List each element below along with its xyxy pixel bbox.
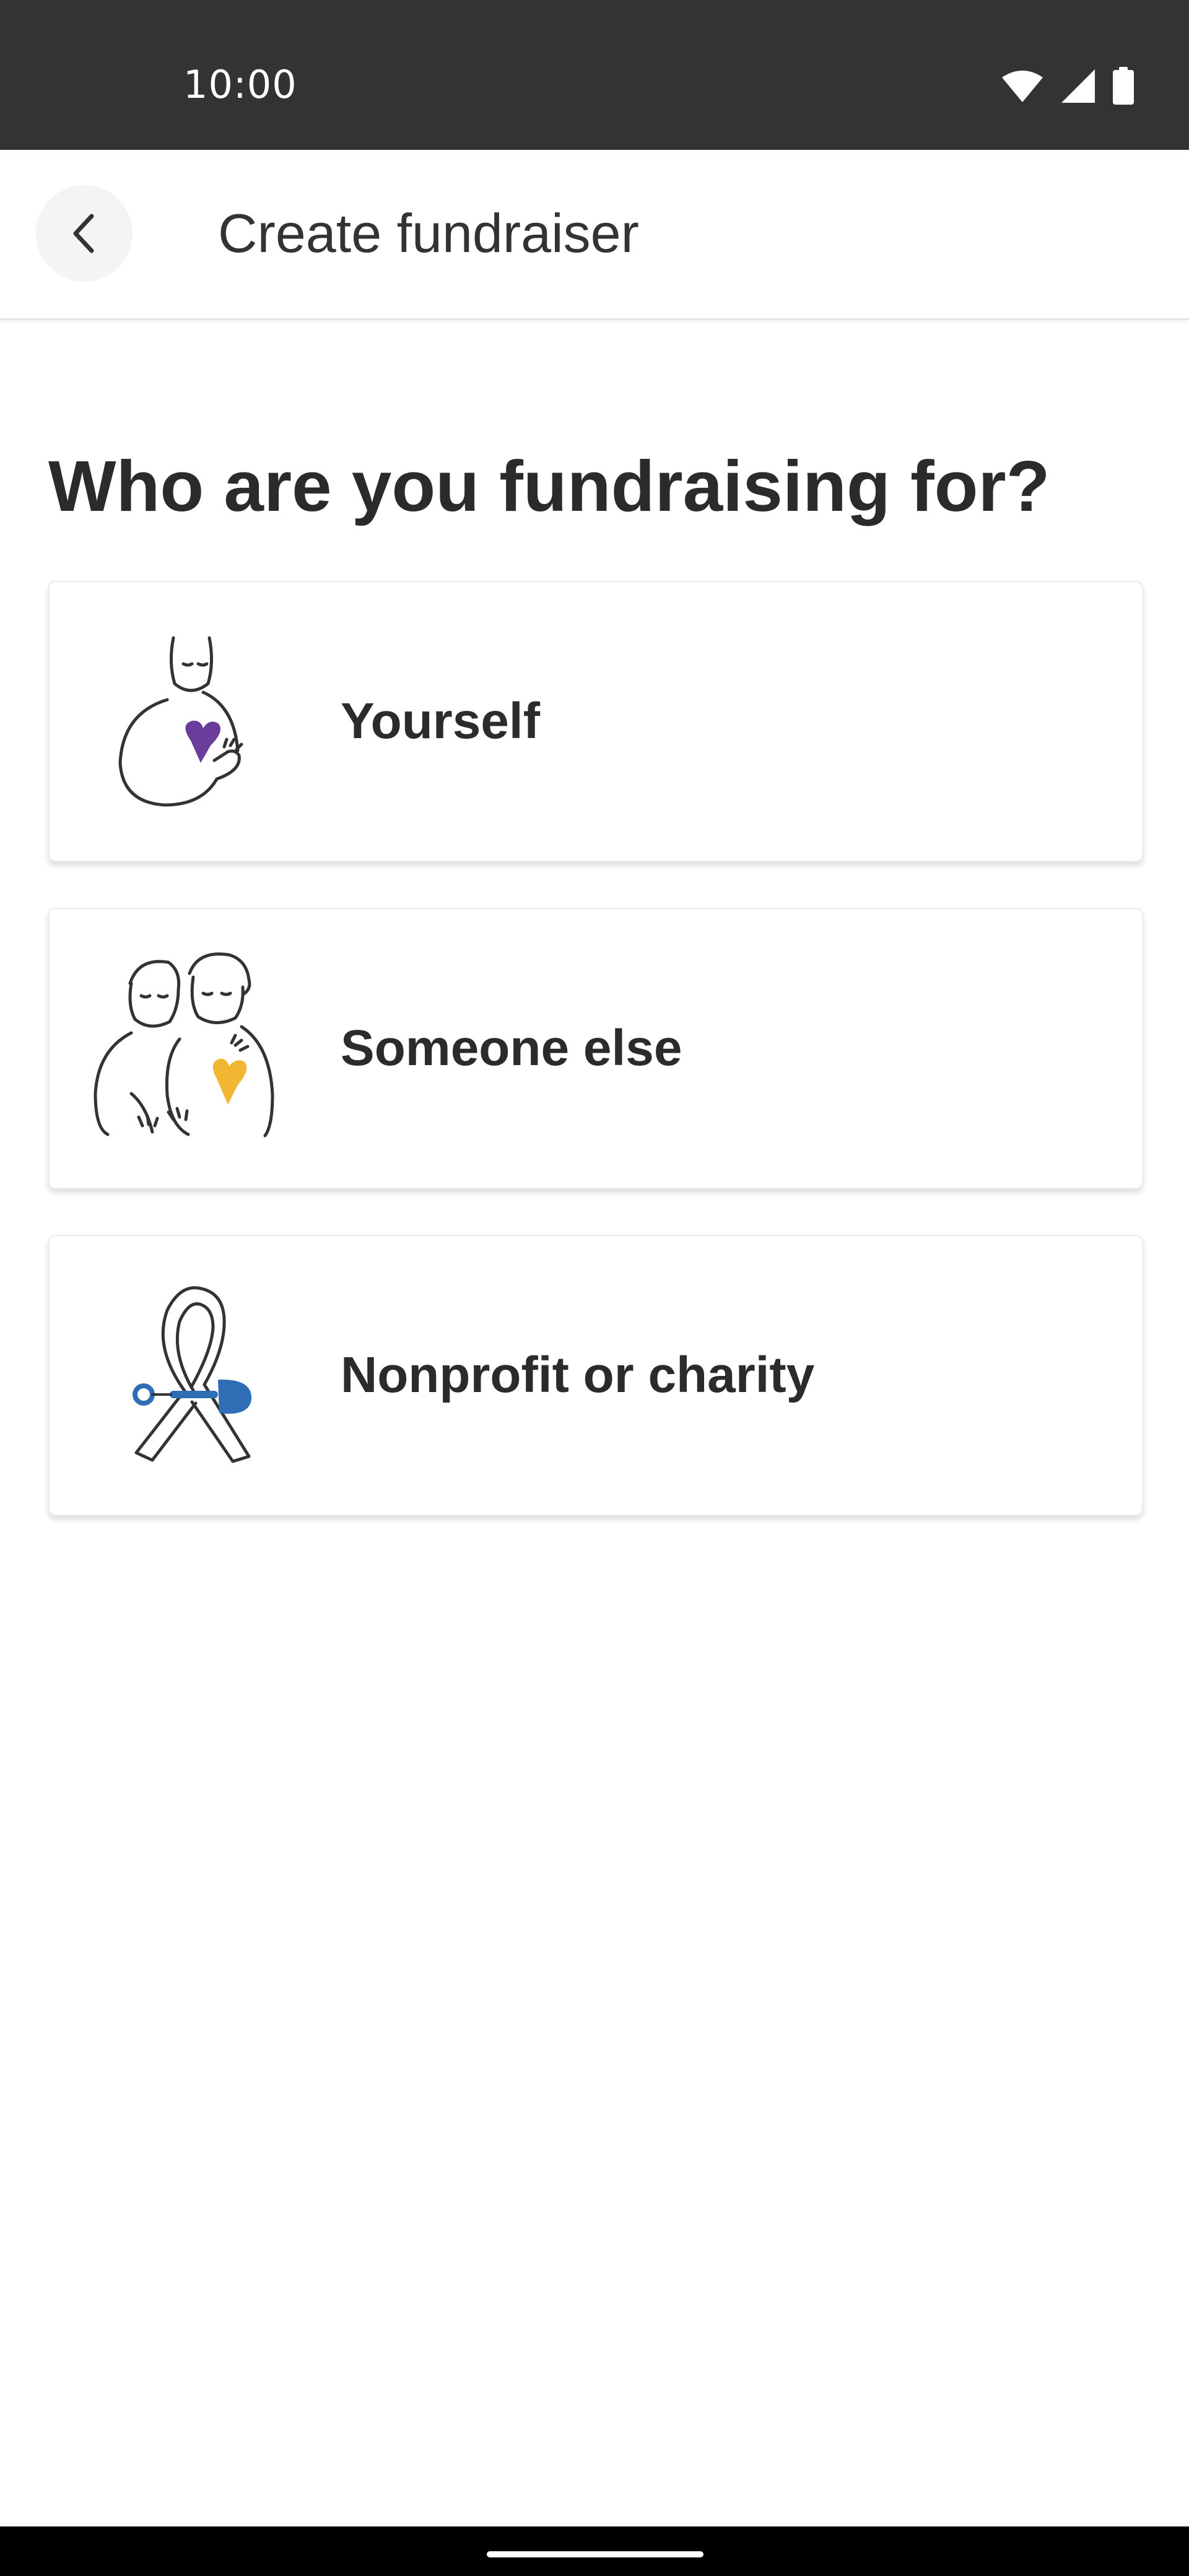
status-icons — [1001, 67, 1135, 105]
status-time: 10:00 — [183, 62, 297, 107]
status-bar: 10:00 — [0, 0, 1189, 150]
page-title: Create fundraiser — [218, 202, 639, 264]
signal-icon — [1061, 69, 1095, 103]
option-someone-else[interactable]: Someone else — [48, 908, 1143, 1189]
option-label-yourself: Yourself — [341, 693, 540, 749]
option-nonprofit-or-charity[interactable]: Nonprofit or charity — [48, 1235, 1143, 1516]
option-label-someone-else: Someone else — [341, 1020, 682, 1076]
person-heart-illustration — [118, 636, 243, 807]
option-yourself[interactable]: Yourself — [48, 581, 1143, 862]
system-navigation-bar — [0, 2526, 1189, 2576]
option-label-nonprofit-or-charity: Nonprofit or charity — [341, 1347, 815, 1403]
wifi-icon — [1002, 71, 1043, 102]
app-bar: Create fundraiser — [0, 150, 1189, 320]
chevron-left-icon — [73, 214, 94, 253]
fundraising-question-heading: Who are you fundraising for? — [48, 446, 1050, 526]
two-people-heart-illustration — [94, 952, 274, 1138]
battery-icon — [1113, 67, 1134, 105]
ribbon-illustration — [133, 1286, 252, 1463]
back-button[interactable] — [36, 185, 133, 282]
home-handle[interactable] — [487, 2551, 703, 2557]
